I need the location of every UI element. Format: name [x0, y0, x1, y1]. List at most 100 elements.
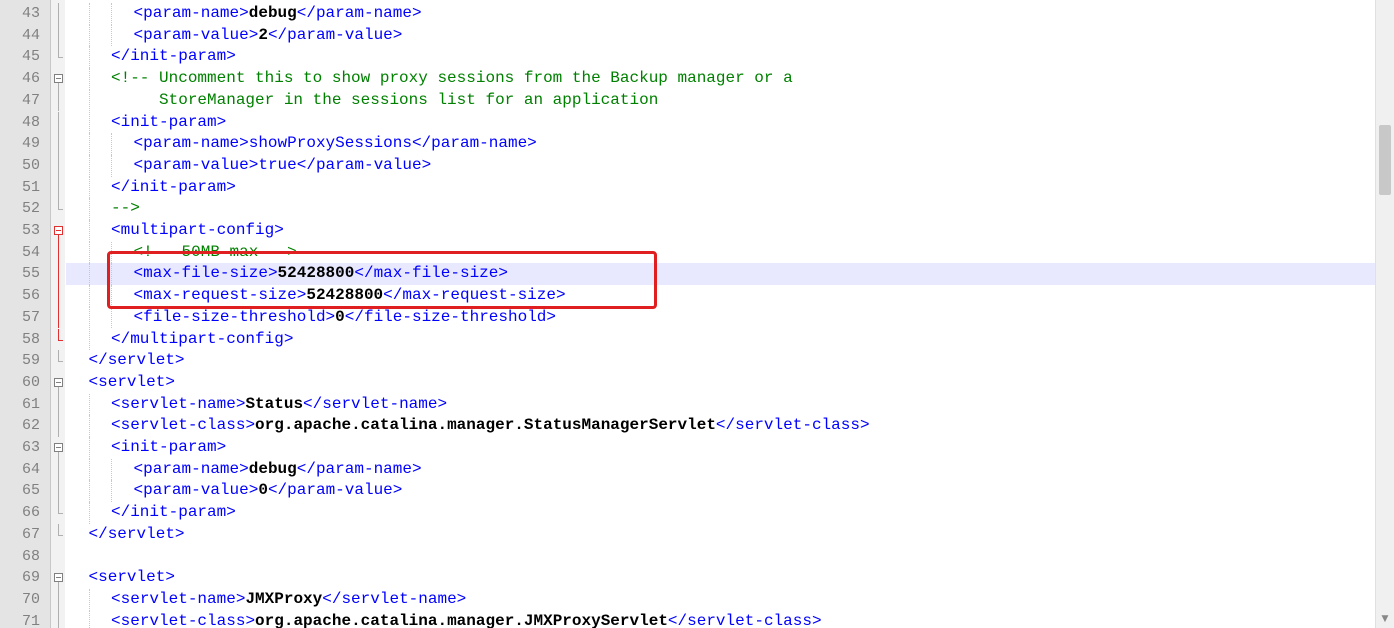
- line-number: 70: [21, 590, 40, 608]
- code-line[interactable]: 43 <param-name>debug</param-name>: [0, 3, 1376, 25]
- indent-guide: [88, 154, 91, 177]
- code-line[interactable]: 67 </servlet>: [0, 523, 1376, 546]
- code-line[interactable]: 45 </init-param>: [0, 46, 1376, 69]
- tag-token: param-value: [143, 155, 249, 174]
- tag-token: <: [88, 568, 99, 587]
- code-line[interactable]: 58 </multipart-config>: [0, 328, 1376, 351]
- code-text[interactable]: </init-param>: [66, 46, 1376, 69]
- code-line[interactable]: 61 <servlet-name>Status</servlet-name>: [0, 393, 1376, 416]
- scrollbar-thumb[interactable]: [1379, 125, 1391, 195]
- line-number: 52: [21, 200, 40, 218]
- code-text[interactable]: <servlet>: [66, 372, 1376, 394]
- tag-token: >: [392, 25, 403, 44]
- code-line[interactable]: 71 <servlet-class>org.apache.catalina.man…: [0, 610, 1376, 628]
- code-text[interactable]: [66, 546, 1376, 568]
- code-text[interactable]: </init-param>: [66, 176, 1376, 199]
- line-number: 67: [21, 525, 40, 543]
- code-editor[interactable]: 43 <param-name>debug</param-name> 44 <param…: [0, 0, 1376, 628]
- code-line[interactable]: 47 StoreManager in the sessions list for…: [0, 89, 1376, 112]
- code-line[interactable]: 66 </init-param>: [0, 502, 1376, 524]
- fold-toggle-icon[interactable]: [51, 220, 65, 242]
- fold-line: [51, 154, 65, 177]
- tag-token: </: [344, 307, 364, 326]
- code-text[interactable]: <param-name>debug</param-name>: [66, 458, 1376, 481]
- code-text[interactable]: <file-size-threshold>0</file-size-thresh…: [66, 306, 1376, 329]
- code-text[interactable]: <param-value>true</param-value>: [66, 154, 1376, 177]
- tag-token: servlet: [98, 372, 166, 391]
- code-text[interactable]: <servlet-name>Status</servlet-name>: [66, 393, 1376, 416]
- line-number: 46: [21, 70, 40, 88]
- vertical-scrollbar[interactable]: ▼: [1375, 0, 1394, 628]
- code-line[interactable]: 69 <servlet>: [0, 567, 1376, 590]
- code-text[interactable]: <servlet-class>org.apache.catalina.manag…: [66, 415, 1376, 437]
- scroll-down-arrow-icon[interactable]: ▼: [1380, 614, 1390, 624]
- code-text[interactable]: <servlet-name>JMXProxy</servlet-name>: [66, 588, 1376, 611]
- tag-token: param-value: [287, 481, 393, 500]
- tag-token: >: [216, 112, 227, 131]
- fold-line: [51, 176, 65, 199]
- tag-token: </: [88, 351, 108, 370]
- tag-token: >: [456, 589, 467, 608]
- code-line[interactable]: 70 <servlet-name>JMXProxy</servlet-name>: [0, 588, 1376, 611]
- line-number: 47: [21, 91, 40, 109]
- code-text[interactable]: <init-param>: [66, 111, 1376, 134]
- code-line[interactable]: 48 <init-param>: [0, 111, 1376, 134]
- code-text[interactable]: <servlet>: [66, 567, 1376, 589]
- code-line[interactable]: 59 </servlet>: [0, 350, 1376, 372]
- code-text[interactable]: </multipart-config>: [66, 328, 1376, 351]
- code-text[interactable]: <servlet-class>org.apache.catalina.manag…: [66, 610, 1376, 628]
- indent-guide: [88, 588, 91, 611]
- code-line[interactable]: 51 </init-param>: [0, 176, 1376, 199]
- tag-token: <: [111, 611, 121, 628]
- code-line[interactable]: 50 <param-value>true</param-value>: [0, 154, 1376, 177]
- code-text[interactable]: <param-value>2</param-value>: [66, 24, 1376, 47]
- fold-toggle-icon[interactable]: [51, 68, 65, 91]
- indent-guide: [88, 220, 91, 242]
- code-text[interactable]: StoreManager in the sessions list for an…: [66, 89, 1376, 112]
- fold-toggle-icon[interactable]: [51, 372, 65, 394]
- code-text[interactable]: </servlet>: [66, 350, 1376, 372]
- code-line[interactable]: 44 <param-value>2</param-value>: [0, 24, 1376, 47]
- code-text[interactable]: <init-param>: [66, 437, 1376, 459]
- fold-toggle-icon[interactable]: [51, 437, 65, 459]
- code-text[interactable]: <param-value>0</param-value>: [66, 480, 1376, 503]
- code-text[interactable]: </servlet>: [66, 524, 1376, 546]
- code-text[interactable]: <param-name>showProxySessions</param-nam…: [66, 133, 1376, 155]
- tag-token: <: [88, 372, 99, 391]
- tag-token: >: [248, 25, 259, 44]
- code-line[interactable]: 62 <servlet-class>org.apache.catalina.man…: [0, 415, 1376, 437]
- fold-line: [51, 111, 65, 134]
- code-line[interactable]: 52 -->: [0, 198, 1376, 220]
- tag-token: <: [133, 25, 144, 44]
- code-line[interactable]: 64 <param-name>debug</param-name>: [0, 458, 1376, 481]
- code-text[interactable]: </init-param>: [66, 502, 1376, 524]
- code-line[interactable]: 68: [0, 546, 1376, 568]
- tag-token: <: [133, 307, 144, 326]
- code-line[interactable]: 63 <init-param>: [0, 437, 1376, 459]
- code-text[interactable]: <!-- Uncomment this to show proxy sessio…: [66, 68, 1376, 90]
- tag-token: param-value: [143, 481, 249, 500]
- value-token: Status: [245, 394, 304, 413]
- tag-token: >true</: [248, 155, 316, 174]
- tag-token: >: [245, 611, 256, 628]
- tag-token: servlet-class: [120, 416, 246, 435]
- tag-token: >: [325, 307, 336, 326]
- code-text[interactable]: <multipart-config>: [66, 220, 1376, 242]
- indent-guide: [111, 458, 113, 481]
- fold-end-marker: [51, 502, 65, 524]
- code-line[interactable]: 60 <servlet>: [0, 372, 1376, 394]
- code-line[interactable]: 53 <multipart-config>: [0, 220, 1376, 242]
- code-line[interactable]: 65 <param-value>0</param-value>: [0, 480, 1376, 503]
- code-text[interactable]: <param-name>debug</param-name>: [66, 3, 1376, 25]
- tag-token: >: [226, 503, 236, 522]
- code-line[interactable]: 46 <!-- Uncomment this to show proxy sess…: [0, 68, 1376, 91]
- code-line[interactable]: 49 <param-name>showProxySessions</param-n…: [0, 133, 1376, 155]
- tag-token: servlet-class: [687, 611, 812, 628]
- fold-toggle-icon[interactable]: [51, 567, 65, 590]
- indent-guide: [88, 241, 91, 264]
- indent-guide: [88, 68, 91, 90]
- code-text[interactable]: -->: [66, 198, 1376, 220]
- tag-token: >: [235, 394, 246, 413]
- code-line[interactable]: 57 <file-size-threshold>0</file-size-thre…: [0, 306, 1376, 329]
- indent-guide: [88, 198, 91, 220]
